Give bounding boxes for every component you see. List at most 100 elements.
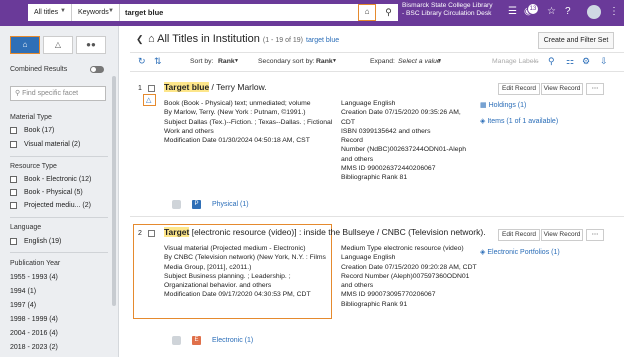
search-input[interactable]: target blue ✕ — [120, 4, 380, 21]
field-value: Keywords — [78, 9, 109, 16]
record-line: Number (NdBC)002637244ODN01-Aleph — [341, 146, 467, 154]
record-title[interactable]: Target blue / Terry Marlow. — [164, 82, 267, 92]
page-title: ⌂ All Titles in Institution (1 - 19 of 1… — [148, 33, 339, 45]
facet-item[interactable]: Book (17) — [24, 127, 54, 134]
sidebar-scrollbar[interactable] — [112, 76, 116, 306]
create-filter-set-button[interactable]: Create and Filter Set — [538, 32, 614, 49]
expand-toggle[interactable] — [172, 336, 181, 345]
facet-search-input[interactable]: ⚲ Find specific facet — [10, 86, 106, 101]
electronic-inventory-link[interactable]: Electronic (1) — [212, 337, 253, 344]
facet-year-item[interactable]: 2018 - 2023 (2) — [10, 344, 58, 351]
record-line: and others — [341, 282, 374, 290]
facet-checkbox[interactable] — [10, 238, 17, 245]
record-line: Subject Dallas (Tex.)--Fiction. ; Texas-… — [164, 118, 333, 126]
record-line: Language English — [341, 100, 396, 107]
record-details-right: Medium Type electronic resource (video) … — [341, 244, 477, 309]
record-checkbox[interactable] — [148, 230, 155, 237]
view-record-button[interactable]: View Record — [541, 83, 583, 95]
star-icon[interactable]: ☆ — [547, 6, 556, 17]
facet-checkbox[interactable] — [10, 202, 17, 209]
sort-label: Sort by: — [190, 58, 214, 65]
facet-checkbox[interactable] — [10, 189, 17, 196]
edit-record-button[interactable]: Edit Record — [498, 83, 540, 95]
download-icon[interactable]: ⇩ — [600, 56, 608, 67]
expand-toggle[interactable] — [172, 200, 181, 209]
record-details-right: Language English Creation Date 07/15/202… — [341, 99, 466, 183]
record-number: 1 — [138, 85, 142, 92]
help-icon[interactable]: ? — [565, 6, 571, 17]
items-link[interactable]: ◈ Items (1 of 1 available) — [480, 117, 558, 125]
facet-item[interactable]: Projected mediu... (2) — [24, 202, 91, 209]
physical-type-icon: P — [192, 200, 201, 209]
facet-year-item[interactable]: 1997 (4) — [10, 302, 36, 309]
record-number: 2 — [138, 230, 142, 237]
more-icon[interactable]: ⋮ — [609, 6, 619, 17]
search-home-button[interactable]: ⌂ — [358, 4, 376, 21]
avatar[interactable] — [587, 5, 601, 19]
search-button[interactable]: ⚲ — [379, 4, 398, 21]
secondary-sort-select[interactable]: Rank — [316, 58, 333, 65]
facets-users-button[interactable]: ●● — [76, 36, 106, 54]
institution-name[interactable]: Bismarck State College Library - BSC Lib… — [402, 2, 494, 17]
facets-hierarchy-button[interactable]: △ — [43, 36, 73, 54]
refresh-icon[interactable]: ↻ — [138, 56, 146, 67]
record-line: Subject Business planning. ; Leadership.… — [164, 272, 291, 280]
repository-search-icon[interactable]: ⚲ — [548, 56, 555, 67]
collapse-icon[interactable]: ⇅ — [154, 56, 162, 67]
sort-select[interactable]: Rank — [218, 58, 235, 65]
facet-item[interactable]: Book - Physical (5) — [24, 189, 83, 196]
facet-year-item[interactable]: 1998 - 1999 (4) — [10, 316, 58, 323]
combined-results-label: Combined Results — [10, 66, 68, 73]
record-line: Media Group, [2011], c2011.) — [164, 263, 252, 271]
record-details-left: Visual material (Projected medium - Elec… — [164, 244, 326, 300]
title-rest: / Terry Marlow. — [209, 82, 267, 92]
record-line: By Marlow, Terry. (New York : Putnam, ©1… — [164, 109, 306, 117]
expand-select[interactable]: Select a value — [398, 58, 441, 65]
record-line: Bibliographic Rank 91 — [341, 300, 408, 308]
share-icon[interactable]: ⚏ — [566, 56, 574, 67]
facet-year-item[interactable]: 1994 (1) — [10, 288, 36, 295]
physical-inventory-link[interactable]: Physical (1) — [212, 201, 249, 208]
view-record-button[interactable]: View Record — [541, 229, 583, 241]
holdings-link[interactable]: ▦ Holdings (1) — [480, 101, 526, 109]
hierarchy-highlight[interactable]: △ — [143, 94, 156, 106]
facet-title-material-type: Material Type — [10, 114, 52, 121]
record-line: Language English — [341, 254, 396, 262]
facet-item[interactable]: English (19) — [24, 238, 61, 245]
facet-checkbox[interactable] — [10, 176, 17, 183]
electronic-type-icon: E — [192, 336, 201, 345]
record-separator — [130, 216, 624, 217]
query-link[interactable]: target blue — [306, 37, 339, 44]
actions-icon[interactable]: ☰ — [508, 6, 517, 17]
facet-title-resource-type: Resource Type — [10, 163, 57, 170]
record-title[interactable]: Target [electronic resource (video)] : i… — [164, 227, 486, 237]
search-query: target blue — [125, 8, 164, 17]
record-line: Modification Date 09/17/2020 04:30:53 PM… — [164, 291, 311, 299]
facet-checkbox[interactable] — [10, 141, 17, 148]
edit-record-button[interactable]: Edit Record — [498, 229, 540, 241]
portfolios-link[interactable]: ◈ Electronic Portfolios (1) — [480, 248, 560, 256]
more-icon[interactable]: ⋯ — [532, 58, 539, 66]
record-more-button[interactable]: ⋯ — [586, 83, 604, 95]
record-checkbox[interactable] — [148, 85, 155, 92]
facets-home-button[interactable]: ⌂ — [10, 36, 40, 54]
record-more-button[interactable]: ⋯ — [586, 229, 604, 241]
facet-item[interactable]: Visual material (2) — [24, 141, 80, 148]
chevron-down-icon: ▼ — [234, 58, 239, 64]
facet-year-item[interactable]: 1955 - 1993 (4) — [10, 274, 58, 281]
scope-value: All titles — [34, 9, 59, 16]
facet-checkbox[interactable] — [10, 127, 17, 134]
settings-icon[interactable]: ⚙ — [582, 56, 590, 67]
record-line: Record — [341, 137, 363, 145]
holdings-icon: ▦ — [480, 102, 487, 109]
scope-select[interactable]: All titles ▼ — [28, 4, 72, 21]
facets-sidebar: ⌂ △ ●● Combined Results ⚲ Find specific … — [0, 26, 119, 357]
combined-results-toggle[interactable] — [90, 66, 104, 73]
record-line: Modification Date 01/30/2024 04:50:18 AM… — [164, 137, 310, 145]
facet-year-item[interactable]: 2004 - 2016 (4) — [10, 330, 58, 337]
field-select[interactable]: Keywords ▼ — [72, 4, 120, 21]
search-icon: ⚲ — [385, 7, 392, 17]
items-link-label: Items (1 of 1 available) — [487, 118, 559, 125]
facet-item[interactable]: Book - Electronic (12) — [24, 176, 91, 183]
back-chevron-icon[interactable]: ❮ — [136, 34, 144, 45]
